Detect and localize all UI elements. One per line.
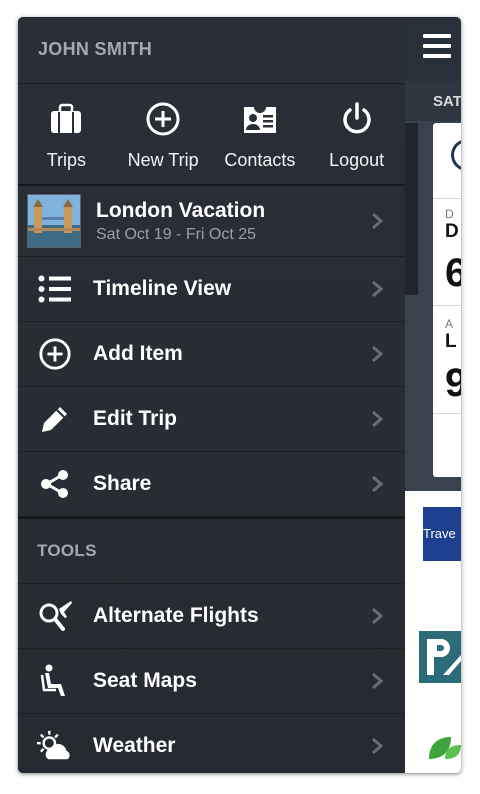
menu-item-label: Seat Maps [93, 669, 197, 692]
hamburger-menu-icon[interactable] [423, 34, 451, 58]
trip-thumbnail [27, 194, 81, 248]
menu-item-share[interactable]: Share [18, 452, 405, 517]
menu-item-edit-trip[interactable]: Edit Trip [18, 387, 405, 452]
date-label: SAT [433, 93, 461, 110]
card-title: D [445, 221, 459, 242]
menu-item-label: Timeline View [93, 277, 232, 300]
current-trip[interactable]: London Vacation Sat Oct 19 - Fri Oct 25 [18, 186, 405, 257]
trip-text: London Vacation Sat Oct 19 - Fri Oct 25 [96, 199, 265, 244]
user-name: JOHN SMITH [18, 17, 405, 84]
chevron-right-icon [372, 737, 383, 755]
main-content-peek: SAT D D 6 A L 9 Trave [405, 17, 461, 773]
tools-heading: TOOLS [18, 517, 405, 584]
pencil-icon [37, 401, 73, 437]
briefcase-icon [51, 103, 82, 133]
search-plane-icon [37, 598, 73, 634]
weather-icon [37, 728, 73, 764]
plus-circle-icon [37, 336, 73, 372]
leaf-logo-icon [429, 737, 461, 759]
timeline-card[interactable]: D D 6 A L 9 [433, 123, 461, 477]
chevron-right-icon [372, 345, 383, 363]
share-icon [37, 466, 73, 502]
trip-dates: Sat Oct 19 - Fri Oct 25 [96, 225, 257, 243]
logout-button[interactable]: Logout [308, 84, 405, 184]
tools-item-alternate-flights[interactable]: Alternate Flights [18, 584, 405, 649]
trip-title: London Vacation [96, 198, 266, 222]
timeline-card-edge [405, 123, 418, 295]
ad-tile[interactable] [405, 601, 461, 712]
card-label: A [445, 317, 454, 331]
chevron-right-icon [372, 672, 383, 690]
phone-screen: JOHN SMITH Trips New Trip Contacts Logou… [18, 17, 461, 773]
contacts-button[interactable]: Contacts [212, 84, 309, 184]
top-bar [405, 17, 461, 81]
tools-item-seat-maps[interactable]: Seat Maps [18, 649, 405, 714]
side-drawer: JOHN SMITH Trips New Trip Contacts Logou… [18, 17, 405, 773]
trips-label: Trips [46, 150, 87, 170]
chevron-right-icon [372, 410, 383, 428]
contacts-label: Contacts [224, 150, 296, 170]
card-value: 9 [445, 361, 461, 405]
chevron-right-icon [372, 280, 383, 298]
new-trip-button[interactable]: New Trip [115, 84, 212, 184]
menu-item-timeline-view[interactable]: Timeline View [18, 257, 405, 322]
date-header: SAT [405, 81, 461, 121]
chevron-right-icon [372, 475, 383, 493]
chevron-right-icon [372, 212, 383, 230]
menu-item-label: Share [93, 472, 152, 495]
menu-item-label: Alternate Flights [93, 604, 259, 627]
ad-tile[interactable]: Trave [405, 491, 461, 602]
menu-item-label: Add Item [93, 342, 183, 365]
logout-label: Logout [329, 150, 385, 170]
clock-icon [451, 140, 461, 170]
new-trip-label: New Trip [127, 150, 199, 170]
card-title: L [445, 331, 457, 352]
card-label: D [445, 207, 454, 221]
quick-actions: Trips New Trip Contacts Logout [18, 84, 405, 186]
menu-item-label: Edit Trip [93, 407, 177, 430]
plus-circle-icon [146, 102, 180, 136]
card-value: 6 [445, 251, 461, 295]
power-icon [342, 102, 371, 134]
timeline-area: D D 6 A L 9 [405, 121, 461, 491]
contact-card-icon [243, 107, 276, 133]
list-icon [37, 271, 73, 307]
menu-item-add-item[interactable]: Add Item [18, 322, 405, 387]
ad-tile[interactable] [405, 711, 461, 773]
parking-logo-icon [419, 631, 461, 683]
seat-icon [37, 663, 73, 699]
tools-item-weather[interactable]: Weather [18, 714, 405, 773]
ad-logo-text: Trave [423, 507, 461, 561]
trips-button[interactable]: Trips [18, 84, 115, 184]
chevron-right-icon [372, 607, 383, 625]
menu-item-label: Weather [93, 734, 176, 757]
